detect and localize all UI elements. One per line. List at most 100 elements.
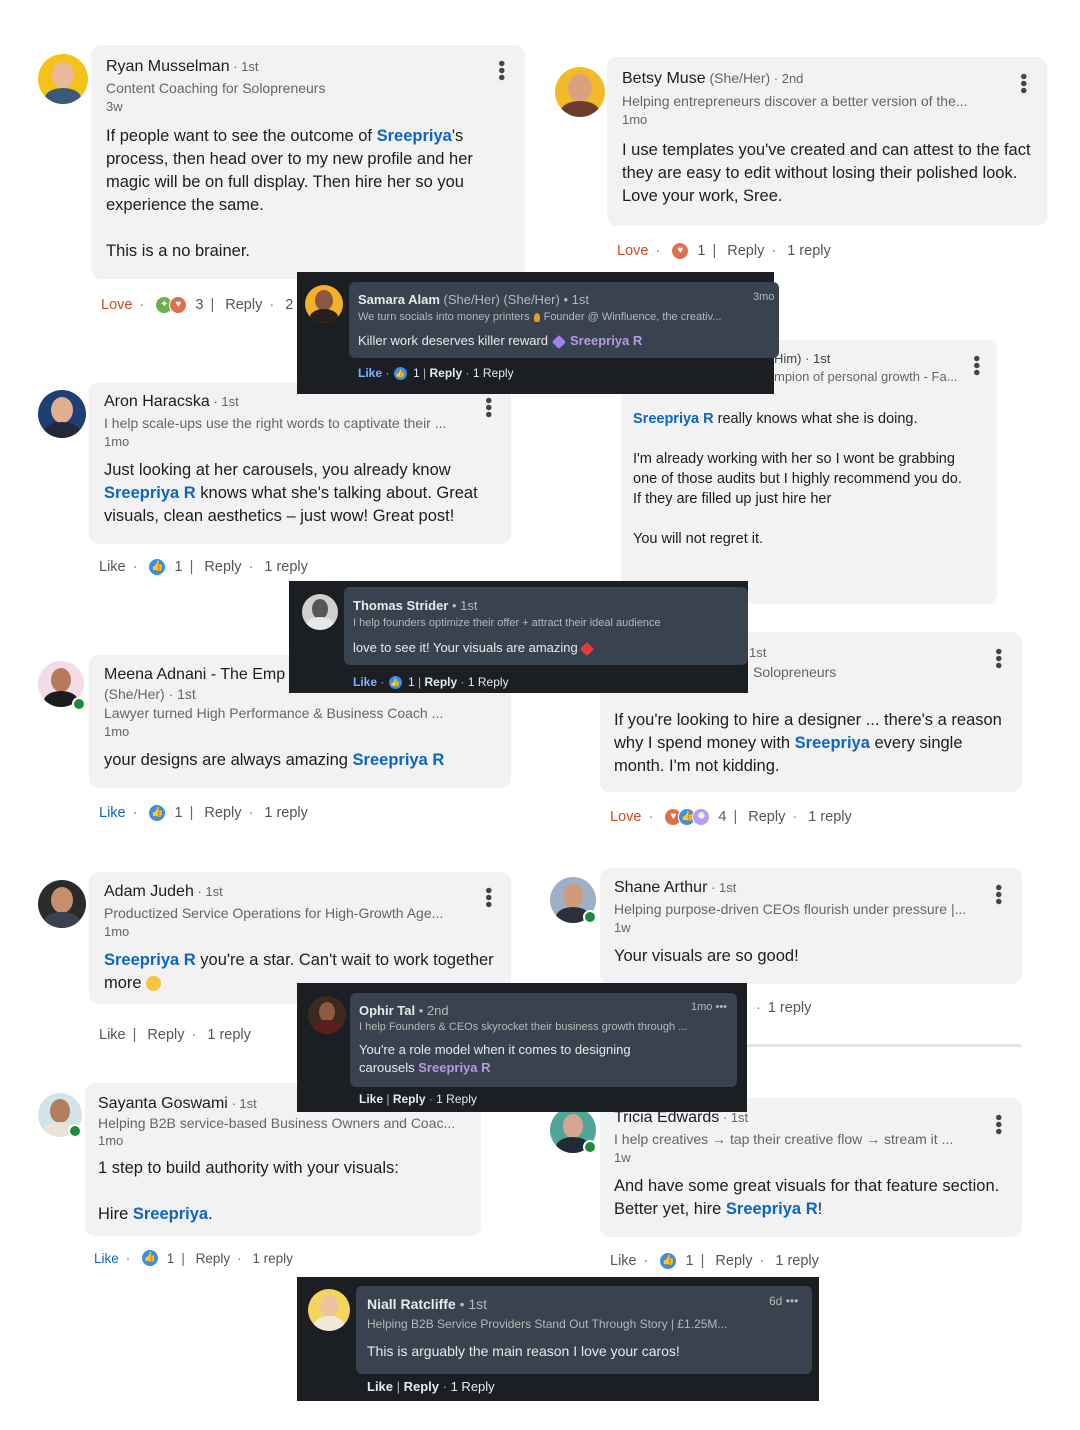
author-headline: Solopreneurs bbox=[753, 664, 837, 680]
more-dots-icon[interactable]: ••• bbox=[965, 355, 987, 376]
reply-button[interactable]: Reply bbox=[404, 1379, 439, 1394]
reply-count[interactable]: 1 Reply bbox=[451, 1379, 495, 1394]
mention-link[interactable]: Sreepriya R bbox=[570, 333, 642, 348]
reply-button[interactable]: Reply bbox=[748, 809, 785, 825]
reply-count[interactable]: 1 reply bbox=[808, 809, 852, 825]
like-button[interactable]: Like bbox=[99, 559, 126, 575]
reply-count[interactable]: 1 reply bbox=[768, 1000, 812, 1016]
comment-actions: Like · 👍 1 | Reply · 1 Reply bbox=[353, 675, 509, 691]
more-dots-icon[interactable]: ••• bbox=[987, 648, 1009, 669]
mention-link[interactable]: Sreepriya bbox=[133, 1205, 208, 1223]
avatar-ophir[interactable] bbox=[308, 996, 346, 1034]
love-button[interactable]: Love bbox=[617, 243, 648, 259]
author-name[interactable]: Adam Judeh · 1st bbox=[104, 883, 223, 901]
more-dots-icon[interactable]: ••• bbox=[987, 884, 1009, 905]
thumbs-up-icon[interactable]: 👍 bbox=[148, 804, 167, 822]
thumbs-up-icon[interactable]: 👍 bbox=[392, 366, 408, 382]
reply-button[interactable]: Reply bbox=[147, 1027, 184, 1043]
reaction-count[interactable]: 1 bbox=[167, 1251, 175, 1266]
more-dots-icon[interactable]: ••• bbox=[987, 1114, 1009, 1135]
mention-link[interactable]: Sreepriya R bbox=[726, 1200, 818, 1218]
reply-button[interactable]: Reply bbox=[715, 1253, 752, 1269]
more-dots-icon[interactable]: ••• bbox=[715, 1001, 727, 1013]
avatar-thomas[interactable] bbox=[302, 594, 338, 630]
reply-count[interactable]: 1 reply bbox=[264, 559, 308, 575]
mention-link[interactable]: Sreepriya R bbox=[104, 484, 196, 502]
love-button[interactable]: Love bbox=[101, 297, 132, 313]
avatar-samara[interactable] bbox=[305, 285, 343, 323]
reply-count[interactable]: 1 Reply bbox=[436, 1092, 477, 1106]
author-headline: Helping entrepreneurs discover a better … bbox=[622, 93, 968, 109]
reply-count[interactable]: 1 reply bbox=[787, 243, 831, 259]
author-name[interactable]: Thomas Strider • 1st bbox=[353, 598, 477, 613]
reply-button[interactable]: Reply bbox=[393, 1092, 426, 1106]
author-name[interactable]: Meena Adnani - The Emp bbox=[104, 666, 285, 684]
author-name[interactable]: Ryan Musselman · 1st bbox=[106, 58, 259, 76]
avatar-aron[interactable] bbox=[38, 390, 86, 438]
thumbs-up-icon[interactable]: 👍 bbox=[141, 1249, 160, 1267]
reply-count[interactable]: 1 Reply bbox=[468, 675, 509, 689]
more-dots-icon[interactable]: ••• bbox=[490, 60, 512, 81]
author-name[interactable]: Niall Ratcliffe • 1st bbox=[367, 1296, 487, 1312]
like-button[interactable]: Like bbox=[94, 1251, 119, 1266]
author-name[interactable]: Betsy Muse (She/Her) · 2nd bbox=[622, 70, 803, 88]
mention-link[interactable]: Sreepriya R bbox=[418, 1060, 490, 1075]
reaction-icons[interactable]: ♥ 👍 ✺ bbox=[664, 808, 711, 826]
reply-button[interactable]: Reply bbox=[430, 366, 463, 380]
like-button[interactable]: Like bbox=[358, 366, 382, 380]
online-status-icon bbox=[72, 697, 86, 711]
reply-button[interactable]: Reply bbox=[425, 675, 458, 689]
reply-count[interactable]: 1 reply bbox=[207, 1027, 251, 1043]
avatar-ryan[interactable] bbox=[38, 54, 88, 104]
author-name[interactable]: Ophir Tal • 2nd bbox=[359, 1003, 449, 1018]
reaction-count[interactable]: 1 bbox=[413, 366, 420, 380]
thumbs-up-icon[interactable]: 👍 bbox=[659, 1252, 678, 1270]
author-name[interactable]: 1st bbox=[749, 645, 766, 660]
reaction-count[interactable]: 1 bbox=[175, 805, 183, 821]
thumbs-up-icon[interactable]: 👍 bbox=[387, 675, 403, 691]
reply-button[interactable]: Reply bbox=[204, 559, 241, 575]
author-name[interactable]: Aron Haracska · 1st bbox=[104, 393, 239, 411]
reply-count[interactable]: 1 Reply bbox=[473, 366, 514, 380]
mention-link[interactable]: Sreepriya R bbox=[353, 751, 445, 769]
mention-link[interactable]: Sreepriya R bbox=[633, 411, 714, 427]
avatar-adam[interactable] bbox=[38, 880, 86, 928]
thumbs-up-icon[interactable]: 👍 bbox=[148, 558, 167, 576]
reaction-count[interactable]: 3 bbox=[195, 297, 203, 313]
reply-count[interactable]: 1 reply bbox=[775, 1253, 819, 1269]
like-button[interactable]: Like bbox=[359, 1092, 383, 1106]
reply-count[interactable]: 1 reply bbox=[264, 805, 308, 821]
reply-button[interactable]: Reply bbox=[204, 805, 241, 821]
reply-count[interactable]: 1 reply bbox=[252, 1251, 293, 1266]
more-dots-icon[interactable]: ••• bbox=[477, 887, 499, 908]
author-name[interactable]: Him) · 1st bbox=[774, 351, 830, 366]
like-button[interactable]: Like bbox=[610, 1253, 637, 1269]
love-button[interactable]: Love bbox=[610, 809, 641, 825]
reply-button[interactable]: Reply bbox=[196, 1251, 231, 1266]
more-dots-icon[interactable]: ••• bbox=[477, 397, 499, 418]
mention-link[interactable]: Sreepriya bbox=[795, 734, 870, 752]
like-button[interactable]: Like bbox=[99, 805, 126, 821]
avatar-niall[interactable] bbox=[308, 1289, 350, 1331]
like-button[interactable]: Like bbox=[353, 675, 377, 689]
reaction-count[interactable]: 1 bbox=[686, 1253, 694, 1269]
author-name[interactable]: Shane Arthur · 1st bbox=[614, 879, 736, 897]
mention-link[interactable]: Sreepriya R bbox=[104, 951, 196, 969]
mention-link[interactable]: Sreepriya bbox=[377, 127, 452, 145]
heart-icon[interactable]: ♥ bbox=[671, 242, 690, 260]
like-button[interactable]: Like bbox=[99, 1027, 126, 1043]
reaction-count[interactable]: 4 bbox=[718, 809, 726, 825]
more-dots-icon[interactable]: ••• bbox=[786, 1294, 799, 1308]
reaction-count[interactable]: 1 bbox=[408, 675, 415, 689]
more-dots-icon[interactable]: ••• bbox=[1012, 73, 1034, 94]
author-name[interactable]: Sayanta Goswami · 1st bbox=[98, 1095, 257, 1113]
avatar-betsy[interactable] bbox=[555, 67, 605, 117]
reply-button[interactable]: Reply bbox=[225, 297, 262, 313]
reply-count[interactable]: 2 bbox=[285, 297, 293, 313]
reaction-count[interactable]: 1 bbox=[175, 559, 183, 575]
reply-button[interactable]: Reply bbox=[727, 243, 764, 259]
author-name[interactable]: Samara Alam (She/Her) (She/Her) • 1st bbox=[358, 292, 589, 307]
reaction-icons[interactable]: ✦ ♥ bbox=[155, 296, 188, 314]
like-button[interactable]: Like bbox=[367, 1379, 393, 1394]
reaction-count[interactable]: 1 bbox=[697, 243, 705, 259]
